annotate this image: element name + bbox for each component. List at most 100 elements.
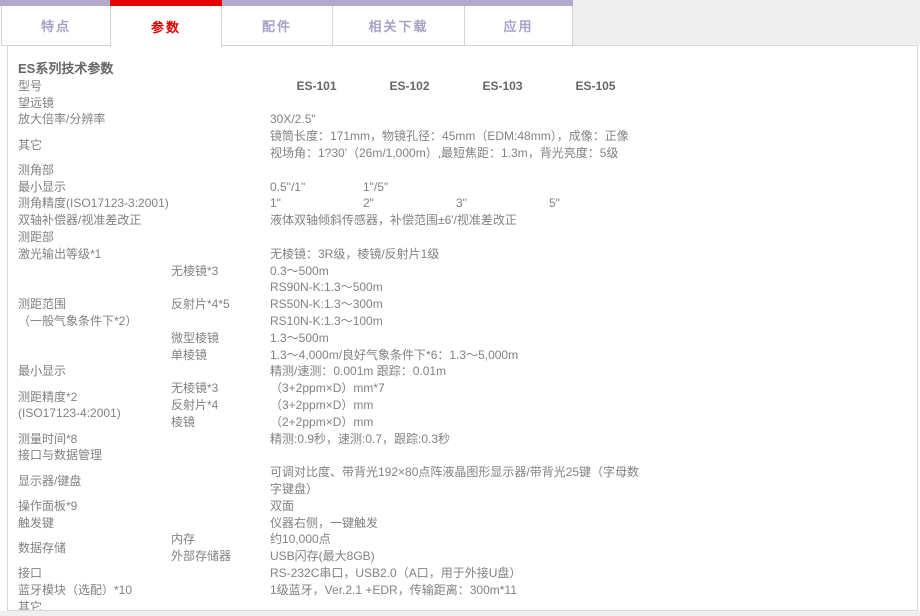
row-value: 可调对比度、带背光192×80点阵液晶图形显示器/带背光25键（字母数: [270, 464, 911, 481]
spec-row: 测距部: [18, 229, 911, 246]
spec-row: 操作面板*9 双面: [18, 498, 911, 515]
spec-line: 外部存储器USB闪存(最大8GB): [171, 548, 911, 565]
spec-row: 最小显示 精测/速测：0.001m 跟踪：0.01m: [18, 363, 911, 380]
row-label: 双轴补偿器/视准差改正: [18, 212, 171, 229]
row-values: 0.5"/1"1"/5": [270, 179, 911, 196]
spec-group: 其它镜筒长度：171mm，物镜孔径：45mm（EDM:48mm），成像：正像视场…: [18, 128, 911, 162]
row-values: ES-101ES-102ES-103ES-105: [270, 78, 911, 95]
spec-panel: ES系列技术参数 型号 ES-101ES-102ES-103ES-105 望远镜放大…: [7, 45, 918, 611]
row-value: RS10N-K:1.3～100m: [270, 313, 911, 330]
row-label: 放大倍率/分辨率: [18, 111, 171, 128]
tabbar-filler: [573, 0, 920, 45]
row-sublabel: [171, 481, 270, 498]
row-sublabel: 无棱镜*3: [171, 380, 270, 397]
spec-table: 型号 ES-101ES-102ES-103ES-105 望远镜放大倍率/分辨率 30X…: [18, 78, 911, 611]
tab-features[interactable]: 特点: [1, 6, 111, 46]
group-body: 内存约10,000点外部存储器USB闪存(最大8GB): [171, 531, 911, 565]
row-label: 型号: [18, 78, 171, 95]
row-sublabel: [171, 195, 270, 212]
spec-group: 显示器/键盘可调对比度、带背光192×80点阵液晶图形显示器/带背光25键（字母…: [18, 464, 911, 498]
spec-row: 双轴补偿器/视准差改正液体双轴倾斜传感器，补偿范围±6'/视准差改正: [18, 212, 911, 229]
row-label: 最小显示: [18, 363, 171, 380]
row-value-col: 3": [456, 195, 549, 212]
row-label: 操作面板*9: [18, 498, 171, 515]
row-sublabel: [171, 78, 270, 95]
row-value-col: 1"/5": [363, 179, 456, 196]
row-value: [270, 229, 911, 246]
row-sublabel: 微型棱镜: [171, 330, 270, 347]
row-label-line: (ISO17123-4:2001): [18, 405, 171, 422]
row-label: 激光输出等级*1: [18, 246, 171, 263]
row-sublabel: [171, 464, 270, 481]
row-label: 接口与数据管理: [18, 447, 171, 464]
group-body: 无棱镜*30.3～500mRS90N-K:1.3～500m反射片*4*5RS50…: [171, 263, 911, 364]
row-value: 精测/速测：0.001m 跟踪：0.01m: [270, 363, 911, 380]
tab-parameters[interactable]: 参数: [110, 6, 222, 47]
bottom-divider: [0, 611, 920, 616]
row-sublabel: [171, 363, 270, 380]
spec-row: 接口与数据管理: [18, 447, 911, 464]
tab-downloads[interactable]: 相关下载: [332, 6, 465, 46]
row-sublabel: [171, 246, 270, 263]
spec-row: 测角精度(ISO17123-3:2001)1"2"3"5": [18, 195, 911, 212]
tab-label: 特点: [41, 16, 71, 35]
model-name: ES-103: [456, 78, 549, 95]
tab-label: 参数: [151, 17, 181, 36]
model-name: ES-101: [270, 78, 363, 95]
row-sublabel: [171, 447, 270, 464]
row-label-line: 测距范围: [18, 296, 171, 313]
spec-line: 单棱镜1.3～4,000m/良好气象条件下*6：1.3～5,000m: [171, 347, 911, 364]
spec-line: 无棱镜*30.3～500m: [171, 263, 911, 280]
row-values: 1"2"3"5": [270, 195, 911, 212]
row-label: 触发键: [18, 515, 171, 532]
row-label: 蓝牙模块（选配）*10: [18, 582, 171, 599]
row-sublabel: 外部存储器: [171, 548, 270, 565]
row-sublabel: [171, 599, 270, 612]
row-sublabel: [171, 128, 270, 145]
spec-line: 视场角：1?30'（26m/1,000m）,最短焦距：1.3m，背光亮度：5级: [171, 145, 911, 162]
row-value-col: 5": [549, 195, 642, 212]
tab-applications[interactable]: 应用: [464, 6, 573, 46]
row-label-line: 数据存储: [18, 540, 171, 557]
row-label: 其它: [18, 128, 171, 162]
row-label: 接口: [18, 565, 171, 582]
spec-row: 激光输出等级*1无棱镜：3R级，棱镜/反射片1级: [18, 246, 911, 263]
row-label: 显示器/键盘: [18, 464, 171, 498]
row-value: 1级蓝牙，Ver.2.1 +EDR，传输距离：300m*11: [270, 582, 911, 599]
tab-accessories[interactable]: 配件: [221, 6, 333, 46]
row-value: [270, 447, 911, 464]
spec-group: 数据存储内存约10,000点外部存储器USB闪存(最大8GB): [18, 531, 911, 565]
spec-line: 字键盘）: [171, 481, 911, 498]
spec-group: 测距范围（一般气象条件下*2）无棱镜*30.3～500mRS90N-K:1.3～…: [18, 263, 911, 364]
row-label: 测距精度*2(ISO17123-4:2001): [18, 380, 171, 430]
tab-strip: 特点 参数 配件相关下载应用: [0, 6, 573, 47]
row-sublabel: [171, 145, 270, 162]
row-sublabel: 反射片*4: [171, 397, 270, 414]
group-body: 无棱镜*3（3+2ppm×D）mm*7反射片*4（3+2ppm×D）mm棱镜（2…: [171, 380, 911, 430]
row-value: 字键盘）: [270, 481, 911, 498]
row-label: 测距部: [18, 229, 171, 246]
spec-line: 镜筒长度：171mm，物镜孔径：45mm（EDM:48mm），成像：正像: [171, 128, 911, 145]
spec-row: 其它: [18, 599, 911, 612]
row-label-line: 测距精度*2: [18, 389, 171, 406]
model-name: ES-102: [363, 78, 456, 95]
table-title: ES系列技术参数: [18, 61, 911, 78]
row-value: 30X/2.5": [270, 111, 911, 128]
spec-group: 测距精度*2(ISO17123-4:2001)无棱镜*3（3+2ppm×D）mm…: [18, 380, 911, 430]
row-label: 望远镜: [18, 95, 171, 112]
row-sublabel: 反射片*4*5: [171, 296, 270, 313]
row-value: 0.3～500m: [270, 263, 911, 280]
spec-line: 无棱镜*3（3+2ppm×D）mm*7: [171, 380, 911, 397]
row-value: （2+2ppm×D）mm: [270, 414, 911, 431]
row-value: 1.3～4,000m/良好气象条件下*6：1.3～5,000m: [270, 347, 911, 364]
spec-row: 接口RS-232C串口，USB2.0（A口，用于外接U盘）: [18, 565, 911, 582]
row-value: 双面: [270, 498, 911, 515]
spec-row: 最小显示0.5"/1"1"/5": [18, 179, 911, 196]
row-sublabel: [171, 179, 270, 196]
row-label-line: 显示器/键盘: [18, 473, 171, 490]
row-sublabel: 无棱镜*3: [171, 263, 270, 280]
group-body: 可调对比度、带背光192×80点阵液晶图形显示器/带背光25键（字母数字键盘）: [171, 464, 911, 498]
row-label: 测距范围（一般气象条件下*2）: [18, 263, 171, 364]
row-value: 视场角：1?30'（26m/1,000m）,最短焦距：1.3m，背光亮度：5级: [270, 145, 911, 162]
row-sublabel: [171, 212, 270, 229]
